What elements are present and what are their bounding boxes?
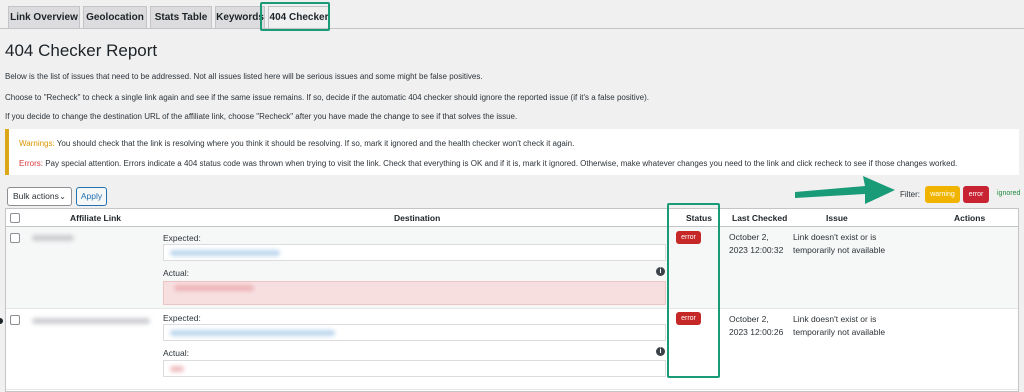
filter-ignored-link[interactable]: ignored — [997, 190, 1020, 197]
filter-label: Filter: — [900, 190, 920, 199]
expected-label: Expected: — [163, 313, 201, 323]
errors-label: Errors: — [19, 159, 43, 168]
bulk-actions-select[interactable]: Bulk actions ⌄ — [7, 187, 72, 206]
tab-divider — [0, 28, 1024, 29]
info-notice: Warnings: You should check that the link… — [5, 129, 1019, 175]
expected-label: Expected: — [163, 233, 201, 243]
actual-label: Actual: — [163, 268, 189, 278]
info-icon[interactable]: i — [656, 347, 665, 356]
table-row: Expected: Actual: i error October 2, 202… — [6, 227, 1018, 309]
expected-url-field[interactable] — [163, 324, 666, 341]
actual-label: Actual: — [163, 348, 189, 358]
affiliate-link-name[interactable] — [32, 318, 150, 324]
col-actions[interactable]: Actions — [954, 213, 985, 223]
col-destination[interactable]: Destination — [394, 213, 440, 223]
edge-marker — [0, 318, 3, 324]
recheck-paragraph: Choose to "Recheck" to check a single li… — [5, 93, 649, 102]
table-header: Affiliate Link Destination Status Last C… — [6, 209, 1018, 227]
tab-geolocation[interactable]: Geolocation — [83, 6, 147, 28]
tab-stats-table[interactable]: Stats Table — [150, 6, 212, 28]
destination-paragraph: If you decide to change the destination … — [5, 112, 518, 121]
issue-text: Link doesn't exist or is temporarily not… — [793, 232, 886, 255]
affiliate-link-name[interactable] — [32, 235, 74, 241]
filter-warning-button[interactable]: warning — [925, 186, 960, 203]
intro-paragraph: Below is the list of issues that need to… — [5, 72, 483, 81]
select-all-checkbox[interactable] — [10, 213, 20, 223]
col-issue[interactable]: Issue — [826, 213, 848, 223]
actual-url-field[interactable] — [163, 281, 666, 305]
chevron-down-icon: ⌄ — [59, 192, 66, 201]
errors-text: Pay special attention. Errors indicate a… — [43, 159, 958, 168]
warnings-text: You should check that the link is resolv… — [54, 139, 575, 148]
bulk-actions-label: Bulk actions — [13, 191, 59, 201]
arrow-annotation — [795, 176, 895, 204]
warnings-label: Warnings: — [19, 139, 55, 148]
apply-button[interactable]: Apply — [76, 187, 107, 206]
filter-error-button[interactable]: error — [963, 186, 989, 203]
tab-highlight-annotation — [260, 2, 330, 31]
status-column-highlight-annotation — [667, 203, 720, 378]
last-checked: October 2, 2023 12:00:32 — [729, 232, 784, 255]
tab-keywords[interactable]: Keywords — [215, 6, 265, 28]
row-checkbox[interactable] — [10, 315, 20, 325]
table-row: Expected: Actual: i error October 2, 202… — [6, 310, 1018, 390]
info-icon[interactable]: i — [656, 267, 665, 276]
page-title: 404 Checker Report — [5, 41, 158, 60]
errors-note: Errors: Pay special attention. Errors in… — [19, 159, 957, 168]
issue-text: Link doesn't exist or is temporarily not… — [793, 314, 886, 337]
tab-link-overview[interactable]: Link Overview — [8, 6, 80, 28]
col-last-checked[interactable]: Last Checked — [732, 213, 787, 223]
last-checked: October 2, 2023 12:00:26 — [729, 314, 784, 337]
row-checkbox[interactable] — [10, 233, 20, 243]
warnings-note: Warnings: You should check that the link… — [19, 139, 574, 148]
actual-url-field[interactable] — [163, 360, 666, 377]
issues-table: Affiliate Link Destination Status Last C… — [5, 208, 1019, 392]
expected-url-field[interactable] — [163, 244, 666, 261]
col-affiliate-link[interactable]: Affiliate Link — [70, 213, 121, 223]
